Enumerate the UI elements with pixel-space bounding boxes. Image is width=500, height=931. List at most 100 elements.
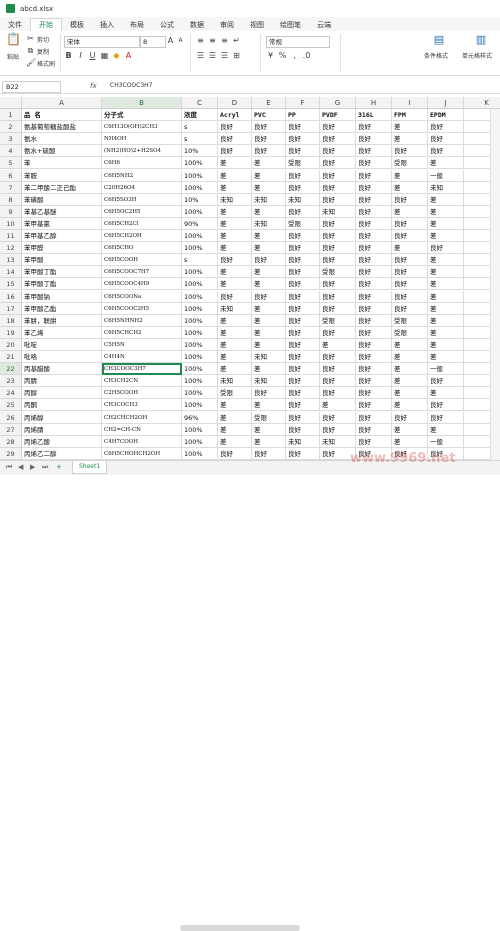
cell-c29[interactable]: 100% bbox=[182, 447, 218, 460]
cell-i5[interactable]: 受限 bbox=[392, 157, 428, 170]
cell-c25[interactable]: 100% bbox=[182, 399, 218, 412]
cell-f17[interactable]: 良好 bbox=[286, 302, 320, 315]
cell-a13[interactable]: 苯甲酸 bbox=[22, 254, 102, 267]
row-header-15[interactable]: 15 bbox=[0, 278, 22, 291]
row-header-1[interactable]: 1 bbox=[0, 109, 22, 122]
row-header-14[interactable]: 14 bbox=[0, 266, 22, 279]
cell-b10[interactable]: C6H5CH2Cl bbox=[102, 217, 182, 230]
cell-d28[interactable]: 差 bbox=[218, 435, 252, 448]
cell-f1[interactable]: PP bbox=[286, 109, 320, 122]
row-header-3[interactable]: 3 bbox=[0, 133, 22, 146]
cell-b9[interactable]: C6H5OC2H5 bbox=[102, 205, 182, 218]
font-name-select[interactable]: 宋体 bbox=[64, 36, 140, 48]
cell-f4[interactable]: 良好 bbox=[286, 145, 320, 158]
cell-j27[interactable]: 差 bbox=[428, 423, 464, 436]
cell-b15[interactable]: C6H5COOC4H9 bbox=[102, 278, 182, 291]
cell-f5[interactable]: 受限 bbox=[286, 157, 320, 170]
row-header-24[interactable]: 24 bbox=[0, 387, 22, 400]
row-header-2[interactable]: 2 bbox=[0, 121, 22, 134]
cell-g9[interactable]: 未知 bbox=[320, 205, 356, 218]
add-sheet-icon[interactable]: + bbox=[56, 463, 62, 471]
cell-e1[interactable]: PVC bbox=[252, 109, 286, 122]
cell-b5[interactable]: C6H6 bbox=[102, 157, 182, 170]
cell-f27[interactable]: 良好 bbox=[286, 423, 320, 436]
cell-b26[interactable]: CH2CHCH2OH bbox=[102, 411, 182, 424]
cell-i27[interactable]: 差 bbox=[392, 423, 428, 436]
cut-label[interactable]: 剪切 bbox=[37, 35, 49, 44]
cell-g21[interactable]: 良好 bbox=[320, 351, 356, 364]
cell-e6[interactable]: 差 bbox=[252, 169, 286, 182]
cell-d13[interactable]: 良好 bbox=[218, 254, 252, 267]
cell-d11[interactable]: 差 bbox=[218, 230, 252, 243]
cell-a20[interactable]: 吡啶 bbox=[22, 338, 102, 351]
cell-i19[interactable]: 受限 bbox=[392, 326, 428, 339]
cell-j13[interactable]: 差 bbox=[428, 254, 464, 267]
cell-i4[interactable]: 良好 bbox=[392, 145, 428, 158]
cell-i1[interactable]: FPM bbox=[392, 109, 428, 122]
cell-a11[interactable]: 苯甲基乙醇 bbox=[22, 230, 102, 243]
cut-icon[interactable]: ✂ bbox=[26, 34, 35, 43]
row-header-25[interactable]: 25 bbox=[0, 399, 22, 412]
cell-i21[interactable]: 差 bbox=[392, 351, 428, 364]
cell-i2[interactable]: 差 bbox=[392, 121, 428, 134]
cell-a21[interactable]: 吡咯 bbox=[22, 351, 102, 364]
cell-a28[interactable]: 丙烯乙酸 bbox=[22, 435, 102, 448]
cell-c24[interactable]: 100% bbox=[182, 387, 218, 400]
cell-f8[interactable]: 未知 bbox=[286, 193, 320, 206]
cell-c13[interactable]: s bbox=[182, 254, 218, 267]
cell-h5[interactable]: 良好 bbox=[356, 157, 392, 170]
column-header-b[interactable]: B bbox=[102, 97, 182, 109]
cell-d10[interactable]: 差 bbox=[218, 217, 252, 230]
cell-c7[interactable]: 100% bbox=[182, 181, 218, 194]
comma-icon[interactable]: , bbox=[290, 51, 299, 60]
conditional-format-label[interactable]: 条件格式 bbox=[424, 51, 448, 60]
row-header-22[interactable]: 22 bbox=[0, 363, 22, 376]
cell-f14[interactable]: 良好 bbox=[286, 266, 320, 279]
row-header-13[interactable]: 13 bbox=[0, 254, 22, 267]
cell-e14[interactable]: 差 bbox=[252, 266, 286, 279]
cell-f13[interactable]: 良好 bbox=[286, 254, 320, 267]
cell-c3[interactable]: s bbox=[182, 133, 218, 146]
cell-g2[interactable]: 良好 bbox=[320, 121, 356, 134]
column-header-f[interactable]: F bbox=[286, 97, 320, 109]
cell-f19[interactable]: 良好 bbox=[286, 326, 320, 339]
cell-i15[interactable]: 良好 bbox=[392, 278, 428, 291]
cell-e7[interactable]: 差 bbox=[252, 181, 286, 194]
merge-cells-icon[interactable]: ⊞ bbox=[232, 51, 241, 60]
menu-tab-1[interactable]: 开始 bbox=[30, 18, 62, 31]
cell-e2[interactable]: 良好 bbox=[252, 121, 286, 134]
cell-a7[interactable]: 苯二甲酸二正己酯 bbox=[22, 181, 102, 194]
paste-icon[interactable]: 📋 bbox=[6, 33, 21, 49]
cell-h26[interactable]: 良好 bbox=[356, 411, 392, 424]
cell-h1[interactable]: 316L bbox=[356, 109, 392, 122]
fx-icon[interactable]: fx bbox=[90, 80, 97, 92]
row-header-21[interactable]: 21 bbox=[0, 351, 22, 364]
cell-f10[interactable]: 受限 bbox=[286, 217, 320, 230]
cell-i16[interactable]: 良好 bbox=[392, 290, 428, 303]
cell-e11[interactable]: 差 bbox=[252, 230, 286, 243]
cell-a26[interactable]: 丙烯醇 bbox=[22, 411, 102, 424]
align-right-icon[interactable]: ☰ bbox=[220, 51, 229, 60]
column-header-e[interactable]: E bbox=[252, 97, 286, 109]
cell-a10[interactable]: 苯甲基氯 bbox=[22, 217, 102, 230]
cell-i10[interactable]: 良好 bbox=[392, 217, 428, 230]
row-header-4[interactable]: 4 bbox=[0, 145, 22, 158]
percent-icon[interactable]: % bbox=[278, 51, 287, 60]
cell-g26[interactable]: 良好 bbox=[320, 411, 356, 424]
cell-h27[interactable]: 良好 bbox=[356, 423, 392, 436]
cell-a16[interactable]: 苯甲酸钠 bbox=[22, 290, 102, 303]
cell-c12[interactable]: 100% bbox=[182, 242, 218, 255]
cell-f21[interactable]: 良好 bbox=[286, 351, 320, 364]
cell-d23[interactable]: 未知 bbox=[218, 375, 252, 388]
cell-c10[interactable]: 90% bbox=[182, 217, 218, 230]
cell-j5[interactable]: 差 bbox=[428, 157, 464, 170]
cell-a27[interactable]: 丙烯腈 bbox=[22, 423, 102, 436]
cell-i13[interactable]: 良好 bbox=[392, 254, 428, 267]
cell-j9[interactable]: 差 bbox=[428, 205, 464, 218]
cell-i24[interactable]: 差 bbox=[392, 387, 428, 400]
vertical-scrollbar[interactable] bbox=[490, 109, 500, 460]
cell-b28[interactable]: C4H7COOH bbox=[102, 435, 182, 448]
cell-e8[interactable]: 未知 bbox=[252, 193, 286, 206]
currency-icon[interactable]: ¥ bbox=[266, 51, 275, 60]
cell-b11[interactable]: C6H5CH2OH bbox=[102, 230, 182, 243]
